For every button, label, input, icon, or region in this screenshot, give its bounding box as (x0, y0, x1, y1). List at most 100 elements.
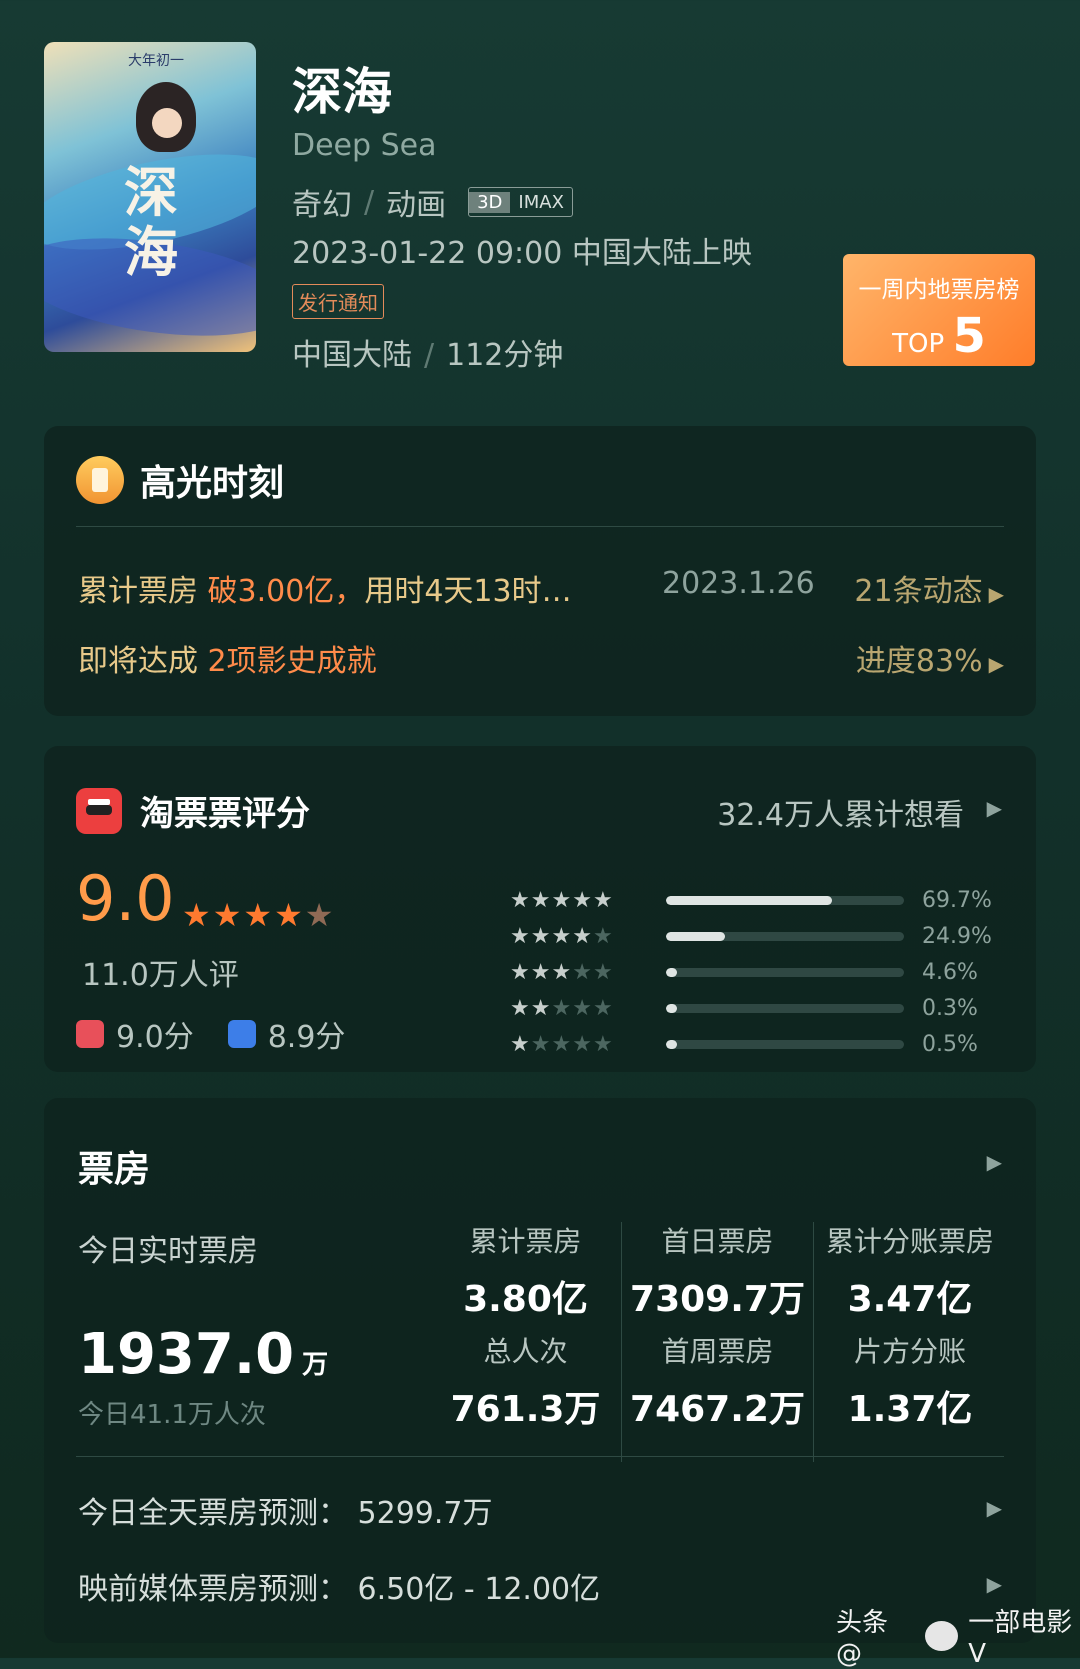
distribution-percent: 0.5% (922, 1031, 978, 1057)
female-score: 9.0分 (116, 1020, 194, 1055)
stat-cell: 首日票房 7309.7万 首周票房 7467.2万 (622, 1222, 814, 1462)
upcoming-label: 即将达成 (78, 644, 198, 679)
play-arrow-icon[interactable]: ▶ (987, 1572, 1002, 1596)
star-icon: ★ (551, 959, 573, 985)
rating-stars: ★★★★★ (182, 896, 335, 934)
today-prediction[interactable]: 今日全天票房预测： 5299.7万 (78, 1488, 493, 1532)
gender-scores: 9.0分 8.9分 (76, 1012, 345, 1056)
stat-label: 首日票房 (661, 1225, 774, 1258)
stat-value: 3.47亿 (847, 1279, 973, 1320)
watermark-left: 头条 @ (836, 1608, 889, 1669)
box-office-rank-badge[interactable]: 一周内地票房榜 TOP 5 (843, 254, 1035, 366)
star-icon: ★ (510, 887, 531, 913)
rating-count: 11.0万人评 (82, 958, 239, 993)
distribution-percent: 4.6% (922, 959, 978, 985)
distribution-stars: ★★★★★ (510, 924, 650, 949)
star-icon: ★ (530, 959, 552, 985)
dynamics-link[interactable]: 21条动态 ▶ (854, 566, 1004, 610)
star-icon: ★ (572, 923, 593, 949)
star-icon: ★ (572, 959, 593, 985)
star-icon: ★ (551, 1031, 573, 1057)
today-realtime-value: 1937.0 万 (78, 1322, 328, 1387)
rating-distribution: ★★★★★ 69.7% ★★★★★ 24.9% ★★★★★ 4.6% ★★★★★ 0.3% ★★… (510, 882, 1020, 1062)
format-3d: 3D (469, 191, 511, 213)
rating-score: 9.0 (76, 862, 175, 935)
star-icon: ★ (530, 887, 552, 913)
star-icon: ★ (592, 887, 614, 913)
progress-link[interactable]: 进度83% ▶ (856, 636, 1004, 680)
box-office-title: 票房 (78, 1149, 151, 1190)
highlight-header: 高光时刻 (76, 454, 284, 506)
stat-cell: 累计分账票房 3.47亿 片方分账 1.37亿 (814, 1222, 1006, 1462)
star-icon: ★ (510, 923, 531, 949)
distribution-bar (666, 967, 904, 977)
distribution-bar-fill (666, 1003, 677, 1013)
lighthouse-icon (76, 456, 124, 504)
taopiaopiao-logo-icon (76, 787, 122, 834)
poster-top-text: 大年初一 (128, 53, 184, 69)
star-icon: ★ (551, 923, 573, 949)
rating-card: 淘票票评分 32.4万人累计想看 ▶ 9.0 ★★★★★ 11.0万人评 9.0… (44, 746, 1036, 1072)
stat-value: 1.37亿 (847, 1389, 973, 1430)
separator: / (364, 184, 375, 220)
milestone-label: 累计票房 (78, 574, 198, 609)
divider (76, 1456, 1004, 1457)
distribution-bar-fill (666, 931, 726, 941)
wechat-icon (925, 1620, 959, 1651)
stat-cell: 累计票房 3.80亿 总人次 761.3万 (430, 1222, 622, 1462)
rating-header: 淘票票评分 (76, 786, 310, 835)
star-icon: ★ (572, 887, 593, 913)
distribution-stars: ★★★★★ (510, 996, 650, 1021)
stat-value: 3.80亿 (463, 1279, 588, 1320)
distribution-row: ★★★★★ 4.6% (510, 954, 1020, 990)
release-notice-tag[interactable]: 发行通知 (292, 284, 384, 319)
today-value: 1937.0 (78, 1322, 295, 1387)
star-icon: ★ (592, 995, 614, 1021)
distribution-stars: ★★★★★ (510, 960, 650, 985)
release-info: 2023-01-22 09:00 中国大陆上映 (292, 236, 752, 271)
progress-text: 进度83% (855, 644, 983, 679)
upcoming-achievements[interactable]: 即将达成 2项影史成就 (78, 636, 377, 680)
watermark-right: 一部电影V (968, 1608, 1073, 1669)
distribution-bar (666, 931, 904, 941)
play-arrow-icon[interactable]: ▶ (987, 1496, 1002, 1520)
movie-poster[interactable]: 大年初一 深海 (44, 42, 256, 352)
poster-title-text: 深海 (124, 160, 178, 284)
distribution-bar (666, 1039, 904, 1049)
star-icon: ★ (572, 995, 593, 1021)
separator: / (424, 338, 435, 373)
distribution-percent: 24.9% (922, 923, 992, 949)
today-realtime-label: 今日实时票房 (78, 1234, 258, 1269)
star-icon: ★ (592, 1031, 614, 1057)
star-icon: ★ (551, 887, 573, 913)
today-unit: 万 (302, 1350, 329, 1380)
play-arrow-icon[interactable]: ▶ (987, 796, 1002, 820)
milestone-value: 破3.00亿， (207, 574, 365, 609)
rating-title: 淘票票评分 (140, 794, 310, 834)
distribution-row: ★★★★★ 69.7% (510, 882, 1020, 918)
highlight-boxoffice-milestone[interactable]: 累计票房 破3.00亿，用时4天13时… (78, 566, 572, 610)
movie-genres: 奇幻 / 动画 3D IMAX (292, 180, 573, 224)
play-arrow-icon[interactable]: ▶ (987, 1150, 1002, 1174)
distribution-percent: 0.3% (922, 995, 978, 1021)
star-icon: ★ (510, 1031, 531, 1057)
star-icon: ★ (592, 959, 614, 985)
region-duration: 中国大陆 / 112分钟 (292, 330, 563, 374)
dynamics-count: 21条动态 (854, 574, 983, 609)
watermark: 头条 @ 一部电影V (836, 1602, 1080, 1669)
star-icon: ★ (551, 995, 573, 1021)
divider (76, 526, 1004, 527)
stat-value: 761.3万 (450, 1389, 601, 1430)
media-prediction[interactable]: 映前媒体票房预测： 6.50亿 - 12.00亿 (78, 1564, 600, 1608)
star-icon: ★ (182, 896, 213, 934)
distribution-row: ★★★★★ 0.3% (510, 990, 1020, 1026)
box-office-stats: 累计票房 3.80亿 总人次 761.3万 首日票房 7309.7万 首周票房 … (430, 1222, 1006, 1462)
star-icon: ★ (274, 896, 305, 934)
region: 中国大陆 (292, 338, 412, 373)
highlight-card: 高光时刻 累计票房 破3.00亿，用时4天13时… 2023.1.26 21条动… (44, 426, 1036, 716)
duration: 112分钟 (446, 338, 564, 373)
want-to-see-count[interactable]: 32.4万人累计想看 (717, 790, 964, 834)
star-icon: ★ (592, 923, 614, 949)
upcoming-value: 2项影史成就 (207, 644, 377, 679)
play-arrow-icon: ▶ (988, 652, 1004, 676)
